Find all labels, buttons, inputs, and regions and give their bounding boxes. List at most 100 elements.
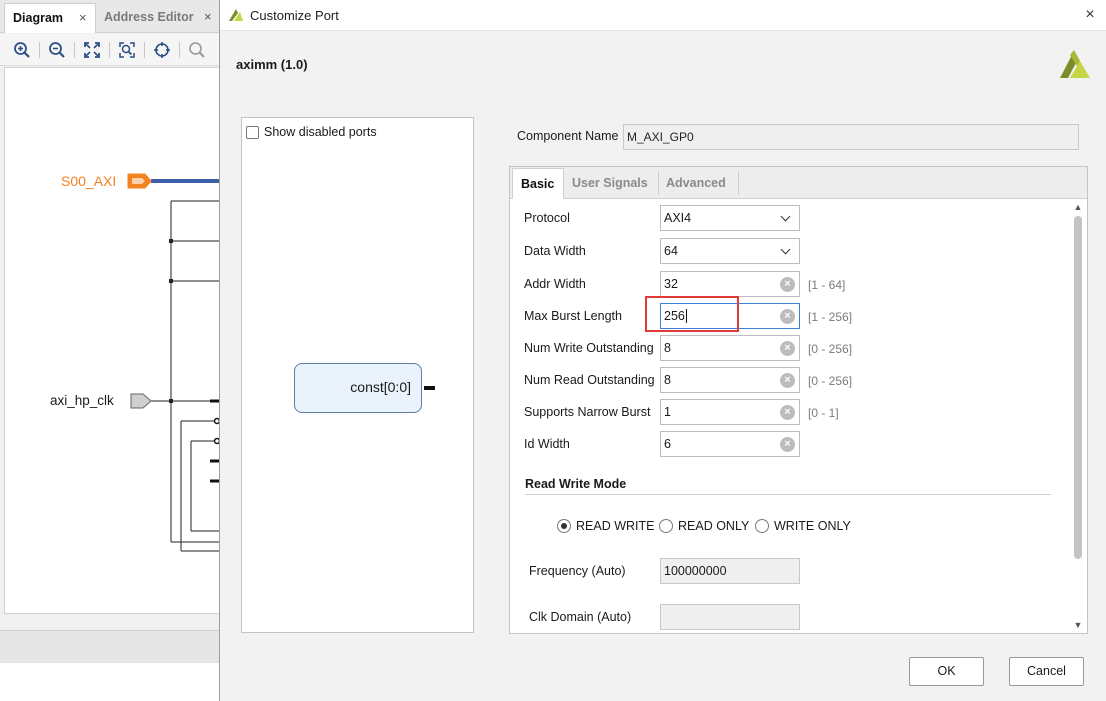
addr-width-value: 32 (664, 277, 678, 291)
id-width-input[interactable]: 6 × (660, 431, 800, 457)
dialog-titlebar: Customize Port × (220, 0, 1106, 31)
ip-logo-icon (1060, 50, 1090, 78)
clear-icon[interactable]: × (780, 437, 795, 452)
const-port-block[interactable]: const[0:0] (294, 363, 422, 413)
num-write-outstanding-range: [0 - 256] (808, 342, 853, 356)
clk-domain-field (660, 604, 800, 630)
addr-width-input[interactable]: 32 × (660, 271, 800, 297)
cancel-button[interactable]: Cancel (1009, 657, 1084, 686)
clear-icon[interactable]: × (780, 341, 795, 356)
tab-divider (738, 171, 739, 195)
component-name-field[interactable]: M_AXI_GP0 (623, 124, 1079, 150)
frequency-value: 100000000 (664, 564, 727, 578)
radio-read-write-label: READ WRITE (576, 519, 655, 533)
num-write-outstanding-value: 8 (664, 341, 671, 355)
section-divider (525, 494, 1051, 495)
fit-selection-icon[interactable] (118, 41, 136, 59)
tab-user-signals[interactable]: User Signals (564, 168, 658, 199)
parameters-tab-panel: Basic User Signals Advanced Protocol AXI… (509, 166, 1088, 634)
num-write-outstanding-label: Num Write Outstanding (524, 341, 654, 355)
supports-narrow-burst-range: [0 - 1] (808, 406, 839, 420)
max-burst-length-range: [1 - 256] (808, 310, 853, 324)
vivado-logo-icon (229, 9, 243, 21)
tab-diagram-close-icon[interactable]: × (79, 4, 87, 32)
diagram-panel: Diagram × Address Editor × S00_AXI axi_h… (0, 0, 221, 701)
ok-button[interactable]: OK (909, 657, 984, 686)
tab-diagram-label: Diagram (13, 11, 64, 25)
tab-basic[interactable]: Basic (512, 168, 564, 199)
ip-name-heading: aximm (1.0) (236, 57, 308, 72)
customize-port-dialog: Customize Port × aximm (1.0) Show disabl… (219, 0, 1106, 701)
diagram-wiring (127, 173, 221, 552)
protocol-label: Protocol (524, 211, 570, 225)
fit-view-icon[interactable] (83, 41, 101, 59)
bottom-panel (0, 662, 220, 701)
dialog-title: Customize Port (250, 8, 339, 23)
supports-narrow-burst-label: Supports Narrow Burst (524, 405, 651, 419)
component-name-label: Component Name (517, 129, 619, 143)
tab-address-editor-close-icon[interactable]: × (204, 3, 212, 31)
addr-width-label: Addr Width (524, 277, 586, 291)
tab-address-editor[interactable]: Address Editor × (96, 3, 220, 33)
toolbar-separator (74, 42, 75, 58)
port-symbol-panel: Show disabled ports const[0:0] (241, 117, 474, 633)
scrollbar-thumb[interactable] (1074, 216, 1082, 559)
parameters-tab-strip: Basic User Signals Advanced (510, 167, 1087, 199)
protocol-value: AXI4 (664, 211, 692, 225)
diagram-canvas[interactable]: S00_AXI axi_hp_clk (4, 67, 221, 614)
data-width-select[interactable]: 64 (660, 238, 800, 264)
clear-icon[interactable]: × (780, 277, 795, 292)
radio-read-only-label: READ ONLY (678, 519, 750, 533)
protocol-select[interactable]: AXI4 (660, 205, 800, 231)
toolbar-separator (144, 42, 145, 58)
num-read-outstanding-label: Num Read Outstanding (524, 373, 655, 387)
num-write-outstanding-input[interactable]: 8 × (660, 335, 800, 361)
id-width-value: 6 (664, 437, 671, 451)
frequency-field: 100000000 (660, 558, 800, 584)
const-port-label: const[0:0] (350, 379, 411, 395)
bottom-panel-header (0, 630, 220, 662)
frequency-label: Frequency (Auto) (529, 564, 626, 578)
data-width-value: 64 (664, 244, 678, 258)
show-disabled-ports-label: Show disabled ports (264, 125, 377, 139)
supports-narrow-burst-input[interactable]: 1 × (660, 399, 800, 425)
tab-diagram[interactable]: Diagram × (4, 3, 96, 33)
supports-narrow-burst-value: 1 (664, 405, 671, 419)
close-icon[interactable]: × (1081, 6, 1099, 24)
num-read-outstanding-input[interactable]: 8 × (660, 367, 800, 393)
s00-axi-port-label[interactable]: S00_AXI (61, 173, 116, 189)
toolbar-separator (109, 42, 110, 58)
zoom-in-icon[interactable] (13, 41, 31, 59)
zoom-out-icon[interactable] (48, 41, 66, 59)
radio-read-only[interactable] (659, 519, 673, 533)
addr-width-range: [1 - 64] (808, 278, 846, 292)
toolbar-separator (179, 42, 180, 58)
vertical-scrollbar[interactable]: ▲ ▼ (1071, 200, 1086, 633)
clear-icon[interactable]: × (780, 373, 795, 388)
highlight-annotation-box (645, 296, 739, 332)
radio-write-only[interactable] (755, 519, 769, 533)
show-disabled-ports-checkbox[interactable] (246, 126, 259, 139)
toolbar-separator (39, 42, 40, 58)
clear-icon[interactable]: × (780, 405, 795, 420)
clk-domain-label: Clk Domain (Auto) (529, 610, 632, 624)
tab-address-editor-label: Address Editor (104, 10, 194, 24)
id-width-label: Id Width (524, 437, 570, 451)
target-icon[interactable] (153, 41, 171, 59)
clk-port-symbol (130, 393, 152, 409)
diagram-toolbar (0, 34, 220, 66)
num-read-outstanding-range: [0 - 256] (808, 374, 853, 388)
radio-write-only-label: WRITE ONLY (774, 519, 851, 533)
radio-read-write[interactable] (557, 519, 571, 533)
const-port-pin (424, 386, 435, 390)
editor-tab-bar: Diagram × Address Editor × (0, 0, 220, 33)
axi-hp-clk-port-label[interactable]: axi_hp_clk (50, 393, 114, 408)
clear-icon[interactable]: × (780, 309, 795, 324)
data-width-label: Data Width (524, 244, 586, 258)
scroll-down-icon[interactable]: ▼ (1073, 620, 1083, 630)
read-write-mode-title: Read Write Mode (525, 477, 627, 491)
tab-advanced[interactable]: Advanced (658, 168, 738, 199)
num-read-outstanding-value: 8 (664, 373, 671, 387)
scroll-up-icon[interactable]: ▲ (1073, 202, 1083, 212)
search-icon[interactable] (188, 41, 206, 59)
